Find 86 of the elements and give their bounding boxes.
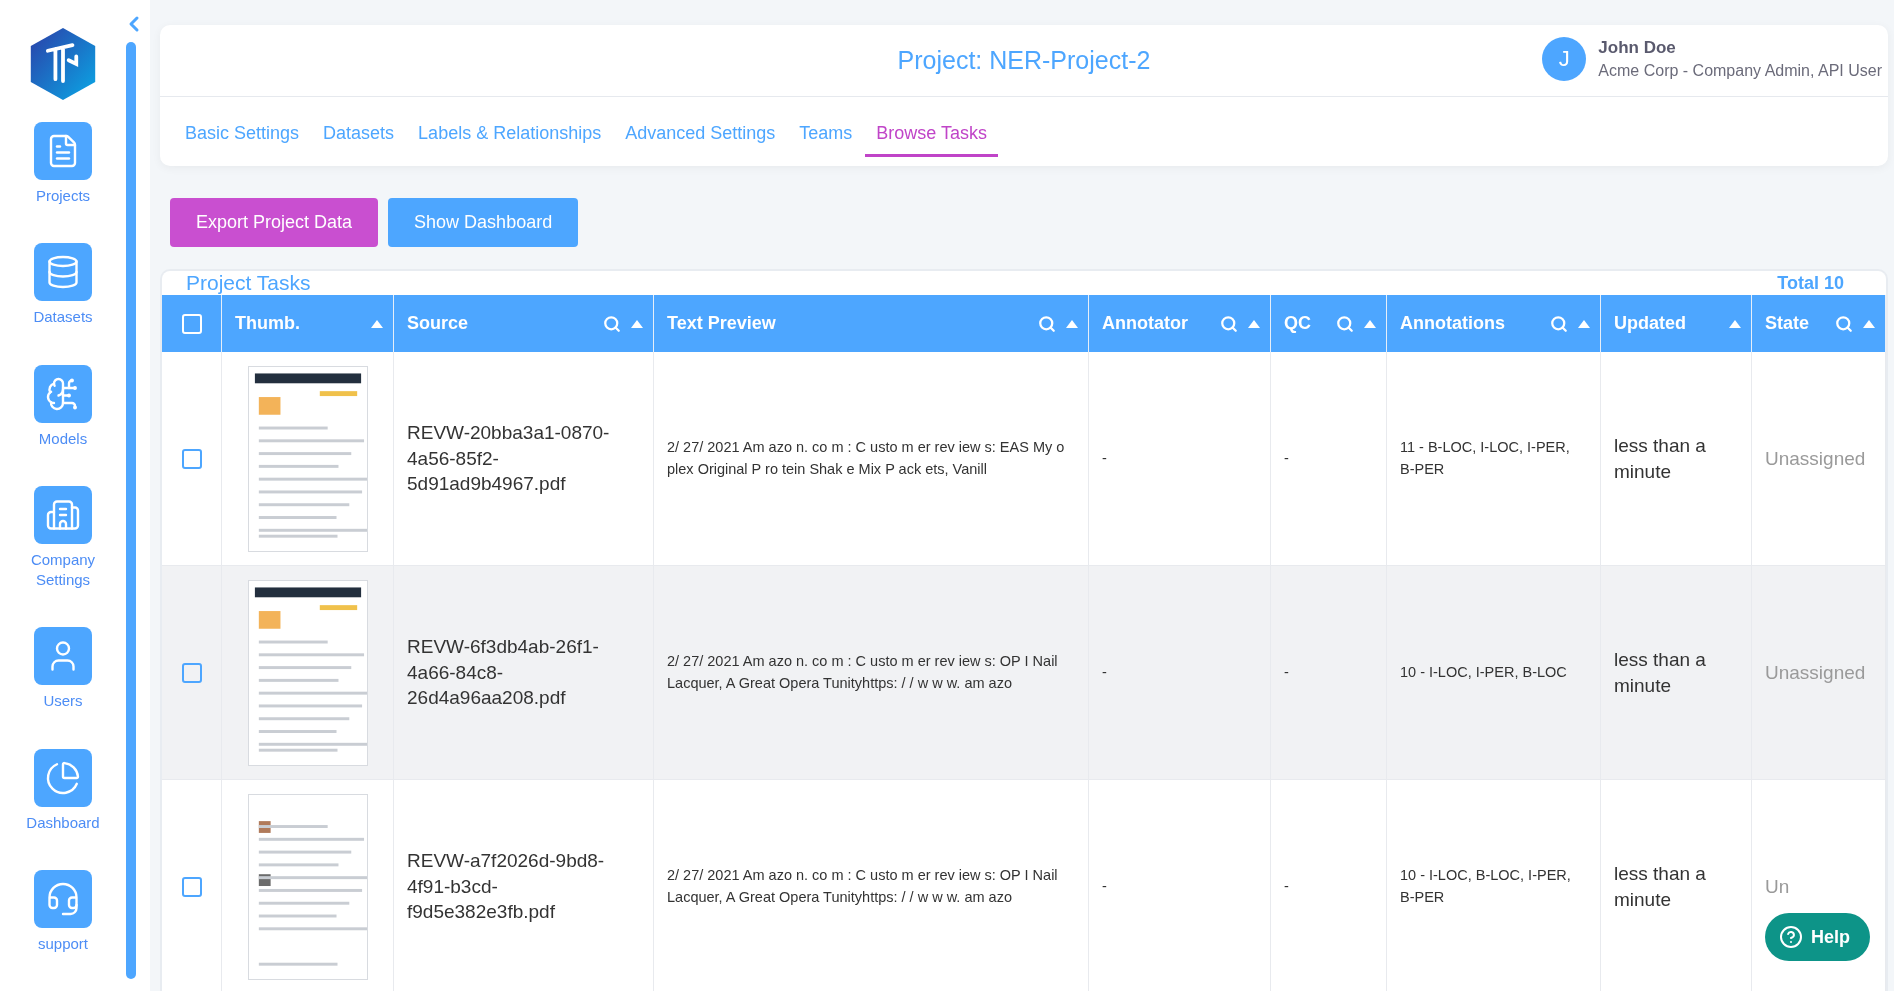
nav-icon [34,122,92,180]
tab[interactable]: Basic Settings [174,112,311,157]
dashboard-button[interactable]: Show Dashboard [388,198,579,247]
row-checkbox[interactable] [181,876,202,897]
nav-icon [34,485,92,544]
nav-item[interactable]: Company Settings [8,485,118,591]
sort-icon[interactable] [1364,319,1376,328]
row-checkbox[interactable] [181,662,202,683]
sort-icon[interactable] [1578,319,1590,328]
annotations-text: 10 - I-LOC, B-LOC, I-PER, B-PER [1400,866,1572,907]
user-avatar[interactable]: J [1542,37,1587,81]
annotator-text: - [1102,877,1107,896]
nav-icon [34,243,92,302]
help-icon [1779,925,1803,949]
nav-label: Datasets [33,307,93,328]
source-text: REVW-a7f2026d-9bd8-4f91-b3cd-f9d5e382e3fb.pdf [407,849,606,925]
sort-icon[interactable] [1066,319,1078,328]
search-icon[interactable] [1336,314,1354,333]
source-text: REVW-20bba3a1-0870-4a56-85f2-5d91ad9b4967.pdf [407,421,611,497]
nav-icon [34,627,92,686]
search-icon[interactable] [1550,314,1568,333]
nav-icon [34,364,92,423]
search-icon[interactable] [1220,314,1238,333]
select-all-checkbox[interactable] [181,313,202,334]
column-label: State [1765,313,1810,334]
nav-icon [34,748,92,807]
sort-icon[interactable] [1248,319,1260,328]
search-icon[interactable] [1038,314,1056,333]
scrollbar[interactable] [126,42,136,979]
annotator-text: - [1102,663,1107,682]
text-preview: 2/ 27/ 2021 Am azo n. co m : C usto m er rev iew s: OP I Nail Lacquer, A Great Opera Tunityhttps: / / w w w. am azo [667,652,1059,693]
search-icon[interactable] [603,314,621,333]
nav-item[interactable]: Dashboard [8,748,118,833]
nav-label: Company Settings [29,549,97,590]
export-button[interactable]: Export Project Data [170,198,379,247]
nav-label: support [37,933,88,954]
qc-text: - [1284,663,1289,682]
user-role: Acme Corp - Company Admin, API User [1598,62,1882,80]
updated-text: less than a minute [1614,861,1707,912]
column-label: Annotator [1102,313,1189,334]
tab[interactable]: Teams [788,112,864,157]
help-button[interactable]: Help [1765,913,1870,961]
state-text: Unassigned [1765,447,1866,470]
nav-label: Users [43,691,83,712]
text-preview: 2/ 27/ 2021 Am azo n. co m : C usto m er rev iew s: EAS My o plex Original P ro tein Shak e Mix P ack ets, Vanill [667,438,1066,479]
nav-label: Projects [35,186,91,206]
state-text: Unassigned [1765,661,1866,684]
column-label: Thumb. [235,313,301,334]
annotations-text: 10 - I-LOC, I-PER, B-LOC [1400,663,1567,682]
nav-item[interactable]: Datasets [8,243,118,328]
state-text: Un [1765,875,1790,898]
sort-icon[interactable] [1729,319,1741,328]
qc-text: - [1284,877,1289,896]
sort-icon[interactable] [1863,319,1875,328]
nav-item[interactable]: Users [8,627,118,712]
column-label: Source [407,313,470,334]
nav-item[interactable]: Models [8,364,118,449]
user-name: John Doe [1598,38,1677,58]
row-checkbox[interactable] [181,448,202,469]
annotations-text: 11 - B-LOC, I-LOC, I-PER, B-PER [1400,438,1571,479]
total-count: Total 10 [1777,272,1844,294]
tab[interactable]: Browse Tasks [865,112,999,157]
qc-text: - [1284,449,1289,468]
column-label: Annotations [1400,313,1506,334]
sort-icon[interactable] [631,319,643,328]
nav-item[interactable]: Projects [8,122,118,207]
search-icon[interactable] [1835,314,1853,333]
nav-icon [34,869,92,928]
updated-text: less than a minute [1614,647,1707,698]
column-label: Updated [1614,313,1687,334]
logo-icon [29,28,97,100]
text-preview: 2/ 27/ 2021 Am azo n. co m : C usto m er rev iew s: OP I Nail Lacquer, A Great Opera Tunityhttps: / / w w w. am azo [667,866,1059,907]
tab[interactable]: Advanced Settings [614,112,787,157]
updated-text: less than a minute [1614,433,1707,484]
tab[interactable]: Labels & Relationships [407,112,613,157]
annotator-text: - [1102,449,1107,468]
sort-icon[interactable] [371,319,383,328]
tasks-title: Project Tasks [186,271,311,295]
column-label: Text Preview [667,313,777,334]
source-text: REVW-6f3db4ab-26f1-4a66-84c8-26d4a96aa208.pdf [407,635,600,711]
nav-label: Dashboard [26,812,100,833]
nav-item[interactable]: support [8,869,118,954]
tab[interactable]: Datasets [312,112,406,157]
project-title: Project: NER-Project-2 [897,46,1151,75]
column-label: QC [1284,313,1312,334]
nav-label: Models [38,428,88,449]
